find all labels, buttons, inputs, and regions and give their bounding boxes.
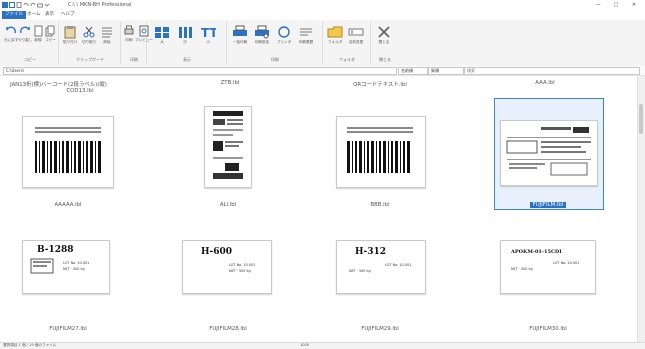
- file-name[interactable]: AAAAA.lbl: [8, 202, 128, 208]
- history-icon: [298, 25, 314, 39]
- new-button[interactable]: 新規: [32, 25, 44, 43]
- window-title: C:\ \ MKN-BH Professional: [68, 2, 132, 8]
- columns-icon: [177, 25, 193, 39]
- printer-settings-icon: [254, 25, 270, 39]
- printer-icon: [232, 25, 248, 39]
- close-icon: [377, 25, 391, 39]
- grid-large-icon: [154, 25, 170, 39]
- sort-order-select[interactable]: 昇順: [428, 67, 464, 75]
- file-name[interactable]: FUJIFILM27.lbl: [8, 326, 128, 332]
- status-zoom: 1000: [300, 343, 310, 347]
- ribbon-group-view: 大 中 TT 小 表示: [148, 22, 227, 64]
- redo-icon: [19, 25, 31, 37]
- file-name[interactable]: FUJIFILM30.lbl: [488, 326, 608, 332]
- barcode-label-image: [347, 127, 413, 173]
- label-thumbnail[interactable]: APOKM-01-15CDI LOT No. 10-001 NET · 500 …: [500, 240, 596, 294]
- file-name[interactable]: ZTB.lbl: [170, 80, 290, 86]
- copy-button[interactable]: コピー: [45, 25, 56, 43]
- delete-button[interactable]: 削除: [100, 25, 114, 45]
- folder-icon: [327, 25, 343, 39]
- file-name[interactable]: AAA.lbl: [485, 80, 605, 86]
- path-input[interactable]: C:\Users\: [3, 67, 397, 75]
- label-thumbnail[interactable]: H-600 LOT No. 10-001 NET · 500 kg: [182, 240, 272, 294]
- printer-icon: [124, 25, 134, 37]
- scissors-icon: [82, 25, 96, 39]
- scrollbar-thumb[interactable]: [639, 104, 643, 134]
- rename-button[interactable]: 名前変更: [348, 25, 364, 45]
- tab-view[interactable]: 表示: [42, 11, 57, 19]
- undo-button[interactable]: 元に戻す: [4, 25, 18, 43]
- ribbon-group-folder: フォルダ 名前変更 フォルダ: [324, 22, 371, 64]
- new-file-icon: [32, 25, 44, 37]
- undo-icon: [5, 25, 17, 37]
- file-name[interactable]: BBB.lbl: [320, 202, 440, 208]
- file-name[interactable]: FUJIFILM29.lbl: [320, 326, 440, 332]
- print-button[interactable]: 印刷: [124, 25, 134, 43]
- barcode-label-image: [35, 127, 101, 173]
- ribbon-tabs: ファイル ホーム 表示 ヘルプ: [0, 10, 645, 20]
- svg-text:TT: TT: [201, 26, 216, 39]
- close-ribbon-button[interactable]: 閉じる: [377, 25, 391, 45]
- file-name[interactable]: QRコードテキスト.lbl: [320, 80, 440, 88]
- ribbon-group-undo: 元に戻す やり直し 新規 コピー コピー: [2, 22, 59, 64]
- undo-icon[interactable]: [23, 1, 29, 8]
- quick-access-toolbar: [2, 1, 50, 8]
- vertical-scrollbar[interactable]: [637, 76, 645, 342]
- close-button[interactable]: ✕: [629, 1, 639, 9]
- tab-home[interactable]: ホーム: [24, 11, 43, 19]
- label-thumbnail[interactable]: [204, 106, 252, 188]
- list-icon: [100, 25, 114, 39]
- window-controls: — □ ✕: [593, 1, 639, 9]
- tab-help[interactable]: ヘルプ: [58, 11, 78, 19]
- redo-icon[interactable]: [30, 1, 36, 8]
- file-name[interactable]: ALl.lbl: [168, 202, 288, 208]
- text-size-icon: TT: [200, 25, 216, 39]
- rename-icon: [348, 25, 364, 39]
- document-label-image: [506, 127, 591, 176]
- print-history-button[interactable]: 印刷履歴: [298, 25, 314, 45]
- maximize-button[interactable]: □: [611, 1, 621, 9]
- paste-button[interactable]: 貼り付け: [63, 25, 77, 45]
- ribbon-group-print-preview: 印刷 プレビュー 印刷: [122, 22, 153, 64]
- view-medium-button[interactable]: 中: [177, 25, 193, 45]
- folder-button[interactable]: フォルダ: [327, 25, 343, 45]
- copy-icon: [45, 25, 55, 37]
- ribbon-group-close: 閉じる 閉じる: [372, 22, 398, 64]
- title-bar: C:\ \ MKN-BH Professional — □ ✕: [0, 0, 645, 10]
- file-name[interactable]: JAN13桁(横)バーコード(2段ラベル)(縦) COD13.lbl: [10, 80, 150, 94]
- sort-select[interactable]: 名前順: [398, 67, 428, 75]
- tab-file[interactable]: ファイル: [2, 11, 26, 19]
- label-thumbnail[interactable]: [500, 120, 598, 186]
- label-thumbnail[interactable]: B-1288 LOT No. 10-001 NET · 500 kg: [22, 240, 110, 294]
- paste-icon: [63, 25, 77, 39]
- label-thumbnail[interactable]: [22, 116, 114, 188]
- app-icon[interactable]: [2, 1, 8, 8]
- ribbon: 元に戻す やり直し 新規 コピー コピー 貼り付け 切り取り 削除 クリップボー…: [0, 20, 645, 67]
- device-icon: [276, 25, 292, 39]
- file-grid: JAN13桁(横)バーコード(2段ラベル)(縦) COD13.lbl ZTB.l…: [0, 76, 638, 342]
- print-icon[interactable]: [37, 1, 43, 8]
- printer-button[interactable]: プリンタ: [276, 25, 292, 45]
- view-large-button[interactable]: 大: [154, 25, 170, 45]
- new-file-icon[interactable]: [16, 1, 22, 8]
- label-thumbnail[interactable]: H-312 LOT No. 10-001 NET · 500 kg: [336, 240, 426, 294]
- path-bar: C:\Users\ 名前順 昇順 検索: [0, 66, 645, 76]
- redo-button[interactable]: やり直し: [18, 25, 32, 43]
- minimize-button[interactable]: —: [593, 1, 603, 9]
- cut-button[interactable]: 切り取り: [82, 25, 96, 45]
- chevron-down-icon[interactable]: [44, 1, 50, 8]
- file-name-selected[interactable]: FUJIFILM.lbl: [488, 202, 608, 208]
- status-text: 選択項目 1 個 / 19 個のファイル: [3, 343, 57, 347]
- save-icon[interactable]: [9, 1, 15, 8]
- batch-print-button[interactable]: 一括印刷: [232, 25, 248, 45]
- text-size-button[interactable]: TT 小: [200, 25, 216, 45]
- print-settings-button[interactable]: 印刷設定: [254, 25, 270, 45]
- search-input[interactable]: 検索: [464, 67, 640, 75]
- ribbon-group-clipboard: 貼り付け 切り取り 削除 クリップボード: [60, 22, 121, 64]
- ribbon-group-print: 一括印刷 印刷設定 プリンタ 印刷履歴 印刷: [228, 22, 323, 64]
- shipping-label-image: [213, 111, 243, 179]
- label-thumbnail[interactable]: [336, 116, 426, 188]
- file-name[interactable]: FUJIFILM28.lbl: [168, 326, 288, 332]
